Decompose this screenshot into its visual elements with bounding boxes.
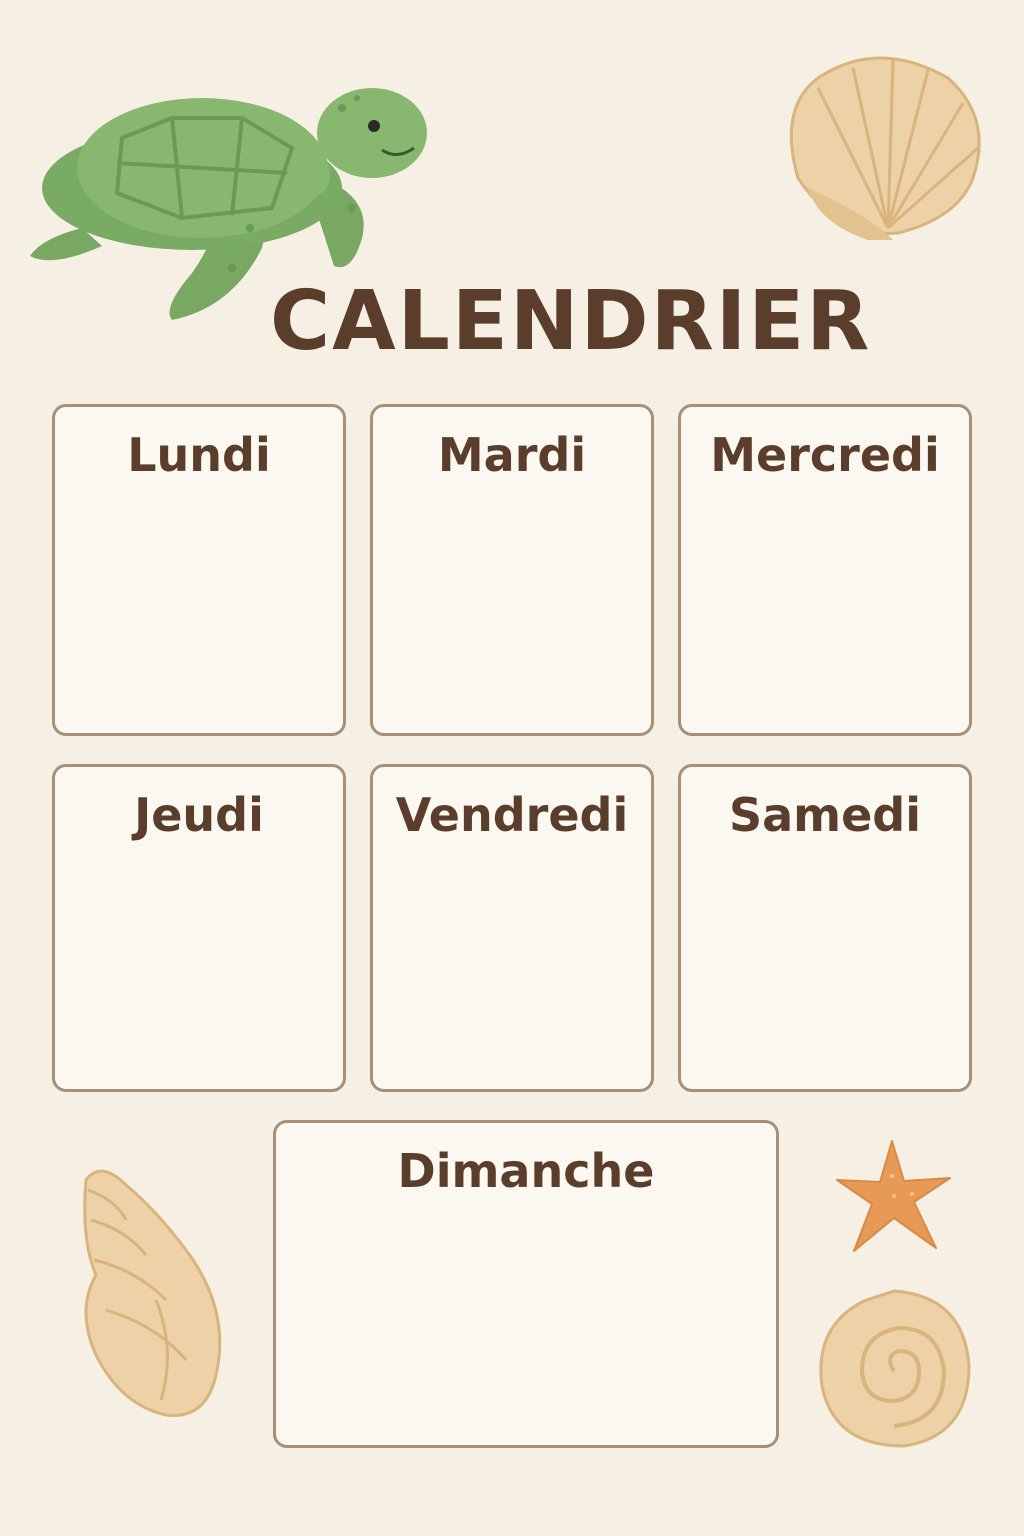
day-box-sunday[interactable]: Dimanche	[273, 1120, 779, 1448]
day-label-saturday: Samedi	[729, 788, 921, 842]
day-label-tuesday: Mardi	[437, 428, 587, 482]
day-box-friday[interactable]: Vendredi	[370, 764, 654, 1092]
day-box-thursday[interactable]: Jeudi	[52, 764, 346, 1092]
page-title: CALENDRIER	[270, 274, 872, 369]
day-label-wednesday: Mercredi	[710, 428, 940, 482]
day-label-friday: Vendredi	[395, 788, 629, 842]
day-label-thursday: Jeudi	[134, 788, 264, 842]
day-label-sunday: Dimanche	[397, 1144, 655, 1198]
day-label-monday: Lundi	[127, 428, 271, 482]
day-box-wednesday[interactable]: Mercredi	[678, 404, 972, 736]
day-box-monday[interactable]: Lundi	[52, 404, 346, 736]
calendar-page: CALENDRIER Lundi Mardi Mercredi Jeudi Ve…	[0, 0, 1024, 1536]
scallop-shell-icon	[789, 56, 981, 240]
conch-shell-icon	[83, 1169, 222, 1417]
spiral-shell-icon	[819, 1289, 971, 1448]
day-box-saturday[interactable]: Samedi	[678, 764, 972, 1092]
day-box-tuesday[interactable]: Mardi	[370, 404, 654, 736]
starfish-icon	[836, 1140, 951, 1252]
